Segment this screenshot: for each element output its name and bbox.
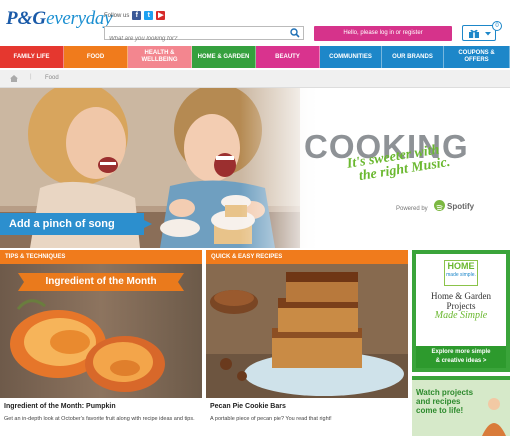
person-photo: [482, 398, 506, 436]
powered-by-label: Powered by: [396, 206, 428, 212]
card-description: Get an in-depth look at October's favori…: [4, 416, 195, 422]
follow-us: Follow us f t ▶: [104, 11, 166, 20]
watch-projects-promo[interactable]: Watch projects and recipes come to life!: [412, 376, 510, 436]
card-pecan-pie-cookie-bars[interactable]: QUICK & EASY RECIPES Pecan Pie Cookie Ba…: [206, 250, 408, 436]
made-simple-text: made simple.: [446, 272, 476, 278]
nav-item-coupons-offers[interactable]: COUPONS & OFFERS: [444, 46, 510, 68]
home-garden-promo[interactable]: HOME made simple. Home & Garden Projects…: [412, 250, 510, 372]
home-garden-promo-inner: HOME made simple. Home & Garden Projects…: [416, 254, 506, 368]
card-ingredient-of-the-month[interactable]: TIPS & TECHNIQUES Ingredient of the Mont…: [0, 250, 202, 436]
login-register-button[interactable]: Hello, please log in or register: [314, 26, 452, 41]
youtube-icon[interactable]: ▶: [156, 11, 166, 20]
chevron-down-icon: [485, 32, 491, 36]
ingredient-of-month-banner: Ingredient of the Month: [18, 273, 184, 291]
nav-item-family-life[interactable]: FAMILY LIFE: [0, 46, 64, 68]
hero-fade: [240, 88, 320, 248]
spotify-icon: [434, 200, 445, 211]
watch-line2: and recipes: [416, 397, 461, 406]
facebook-icon[interactable]: f: [132, 11, 142, 20]
card-category-label: QUICK & EASY RECIPES: [206, 250, 408, 264]
explore-line2: & creative ideas >: [435, 358, 487, 364]
watch-line3: come to life!: [416, 406, 464, 415]
watch-text: Watch projects and recipes come to life!: [416, 388, 473, 415]
home-logo-text: HOME: [447, 261, 475, 271]
follow-label: Follow us: [104, 12, 130, 19]
watch-line1: Watch projects: [416, 388, 474, 397]
promo-script: Made Simple: [434, 310, 488, 321]
nav-item-home-garden[interactable]: HOME & GARDEN: [192, 46, 256, 68]
home-icon[interactable]: [10, 75, 18, 82]
card-title[interactable]: Ingredient of the Month: Pumpkin: [4, 403, 116, 410]
nav-item-communities[interactable]: COMMUNITIES: [320, 46, 382, 68]
search-input[interactable]: [105, 33, 285, 45]
pg-everyday-logo[interactable]: P&Geveryday: [6, 8, 113, 30]
explore-more-link[interactable]: Explore more simple & creative ideas >: [416, 346, 506, 368]
promo-title-line1: Home & Garden: [431, 291, 491, 301]
home-made-simple-logo: HOME made simple.: [444, 260, 478, 286]
add-a-pinch-of-song-button[interactable]: Add a pinch of song: [0, 213, 152, 235]
card-title[interactable]: Pecan Pie Cookie Bars: [210, 403, 286, 410]
breadcrumb: | Food: [0, 70, 510, 88]
cart-button[interactable]: [462, 25, 496, 41]
search-icon[interactable]: [290, 28, 300, 38]
pecan-bars-photo: [206, 264, 408, 398]
main-nav: FAMILY LIFE FOOD HEALTH & WELLBEING HOME & …: [0, 46, 510, 68]
promo-title: Home & Garden Projects Made Simple: [416, 291, 506, 321]
promo-top-bar: [412, 376, 510, 380]
cart-count-badge: 0: [492, 21, 502, 31]
card-description: A portable piece of pecan pie? You read …: [210, 416, 332, 422]
gift-icon: [469, 29, 479, 38]
explore-line1: Explore more simple: [431, 349, 491, 355]
nav-item-health-wellbeing[interactable]: HEALTH & WELLBEING: [128, 46, 192, 68]
nav-item-food[interactable]: FOOD: [64, 46, 128, 68]
nav-item-beauty[interactable]: BEAUTY: [256, 46, 320, 68]
nav-item-our-brands[interactable]: OUR BRANDS: [382, 46, 444, 68]
page: P&Geveryday Follow us f t ▶ Hello, pleas…: [0, 0, 510, 436]
logo-pg: P&G: [6, 8, 47, 29]
twitter-icon[interactable]: t: [144, 11, 154, 20]
breadcrumb-separator-icon: |: [30, 74, 32, 80]
logo-everyday: everyday: [46, 8, 113, 29]
breadcrumb-current: Food: [45, 75, 59, 81]
search-box: [104, 26, 304, 45]
card-category-label: TIPS & TECHNIQUES: [0, 250, 202, 264]
spotify-label: Spotify: [447, 202, 475, 211]
